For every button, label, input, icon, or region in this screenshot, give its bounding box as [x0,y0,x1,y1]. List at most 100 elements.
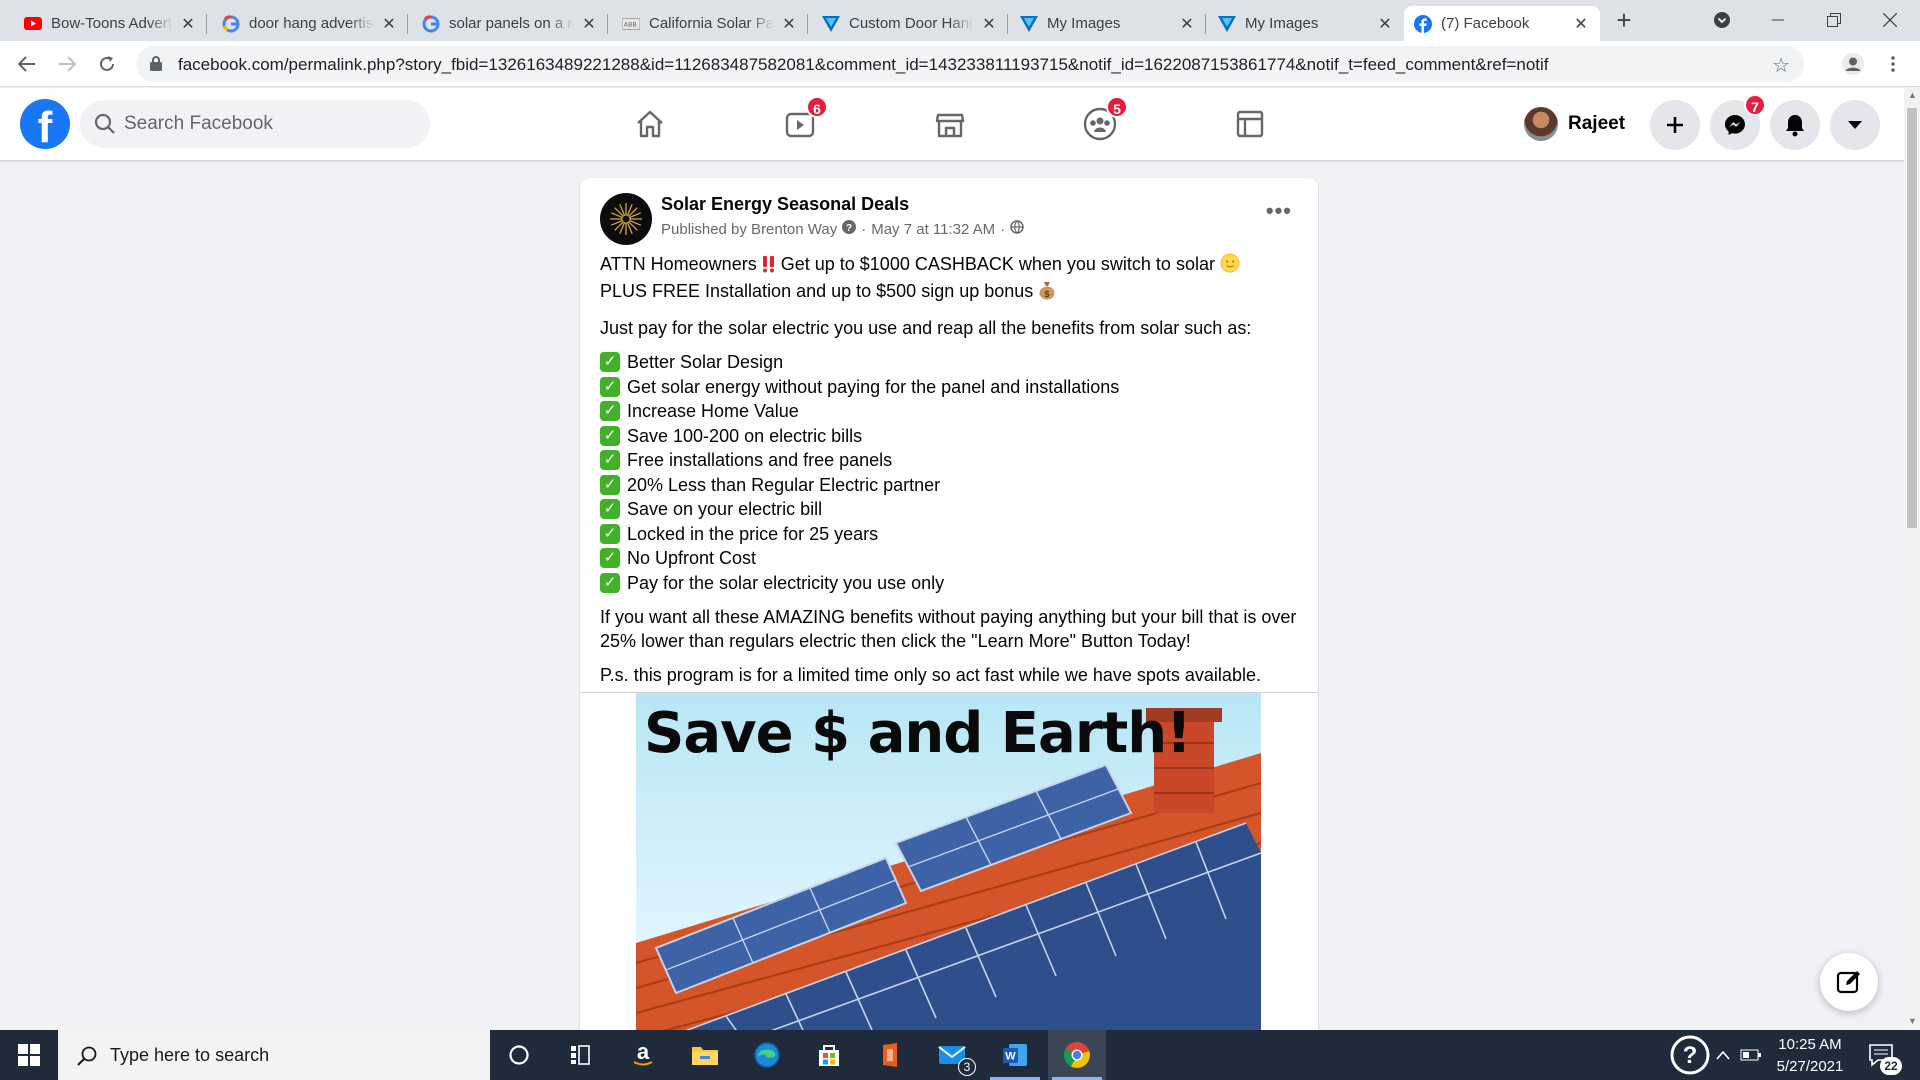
scrollbar-thumb[interactable] [1907,108,1917,528]
profile-shortcut[interactable]: Rajeet [1524,102,1625,146]
browser-toolbar: facebook.com/permalink.php?story_fbid=13… [0,41,1920,87]
forward-button[interactable] [50,47,84,81]
check-mark-icon: ✓ [600,474,620,495]
url-text[interactable]: facebook.com/permalink.php?story_fbid=13… [178,55,1549,75]
notifications-button[interactable] [1770,100,1820,150]
ad-image[interactable]: Save $ and Earth! [636,693,1261,1058]
show-hidden-icons[interactable] [1716,1030,1730,1080]
home-nav-icon[interactable] [628,102,672,146]
windows-start-button[interactable] [0,1030,58,1080]
meta-dot: · [861,220,867,238]
close-tab-icon[interactable]: ✕ [1178,14,1196,34]
facebook-search[interactable] [80,100,430,148]
profile-icon[interactable] [1836,47,1870,81]
cortana-icon[interactable] [490,1030,548,1080]
groups-nav-icon[interactable]: 5 [1078,96,1128,146]
new-tab-button[interactable]: + [1610,6,1638,34]
close-tab-icon[interactable]: ✕ [580,14,598,34]
amazon-icon[interactable]: a [614,1030,672,1080]
page-scrollbar[interactable]: ▲ ▼ [1904,88,1920,1028]
svg-text:W: W [1005,1051,1016,1063]
tab-california-solar[interactable]: ABB California Solar Panels ✕ [612,6,808,41]
restore-button[interactable] [1806,0,1862,40]
post-text: ATTN Homeowners Get up to $1000 CASHBACK… [600,252,1300,697]
tab-facebook[interactable]: (7) Facebook ✕ [1404,6,1600,41]
scroll-down-arrow-icon[interactable]: ▼ [1908,1016,1917,1026]
close-tab-icon[interactable]: ✕ [380,14,398,34]
facebook-logo[interactable]: f [20,99,70,149]
tab-search-button[interactable] [1694,0,1750,40]
tab-my-images-2[interactable]: My Images ✕ [1208,6,1404,41]
windows-taskbar: Type here to search a 3 W ? 10:25 AM 5/2… [0,1030,1920,1080]
action-center-icon[interactable]: 22 [1868,1030,1902,1080]
google-icon [222,14,240,33]
edge-icon[interactable] [738,1030,796,1080]
benefit-text: Free installations and free panels [627,450,893,471]
list-item: ✓ Save on your electric bill [600,497,1300,522]
mail-icon[interactable]: 3 [924,1030,982,1080]
browser-menu-icon[interactable] [1876,47,1910,81]
post-text-segment: Get up to $1000 CASHBACK when you switch… [780,254,1220,274]
check-mark-icon: ✓ [600,572,620,593]
globe-icon[interactable] [1010,220,1024,238]
profile-name: Rajeet [1568,113,1626,134]
help-tray-icon[interactable]: ? [1670,1030,1710,1080]
back-button[interactable] [10,47,44,81]
tab-door-hang[interactable]: door hang advertising ✕ [212,6,408,41]
lock-icon[interactable] [150,56,162,76]
published-by[interactable]: Published by Brenton Way [661,221,837,238]
close-tab-icon[interactable]: ✕ [780,14,798,34]
post-text-segment: PLUS FREE Installation and up to $500 si… [600,281,1039,301]
close-tab-icon[interactable]: ✕ [1376,14,1394,34]
gaming-nav-icon[interactable] [1228,102,1272,146]
benefit-text: Get solar energy without paying for the … [627,376,1120,397]
taskbar-search-placeholder[interactable]: Type here to search [110,1045,269,1066]
list-item: ✓ Get solar energy without paying for the… [600,375,1300,400]
tab-solar-panels[interactable]: solar panels on a roof ✕ [412,6,608,41]
scroll-up-arrow-icon[interactable]: ▲ [1908,90,1917,100]
word-icon[interactable]: W [986,1030,1044,1080]
close-tab-icon[interactable]: ✕ [1572,14,1590,34]
create-button[interactable] [1650,100,1700,150]
benefit-text: Save 100-200 on electric bills [627,425,863,446]
account-menu-button[interactable] [1830,100,1880,150]
site-favicon-icon: ABB [622,15,640,33]
close-tab-icon[interactable]: ✕ [179,14,197,34]
tab-my-images-1[interactable]: My Images ✕ [1010,6,1206,41]
watch-nav-icon[interactable]: 6 [778,96,828,146]
taskbar-search[interactable]: Type here to search [58,1030,490,1080]
post-date[interactable]: May 7 at 11:32 AM [871,221,995,238]
post-text-segment: ATTN Homeowners [600,254,757,274]
search-input[interactable] [124,100,414,148]
post-paragraph: P.s. this program is for a limited time … [600,665,1261,685]
close-window-button[interactable] [1862,0,1918,40]
taskbar-clock[interactable]: 10:25 AM 5/27/2021 [1760,1034,1860,1078]
reload-button[interactable] [90,47,124,81]
help-icon[interactable]: ? [842,220,857,238]
new-message-button[interactable] [1820,953,1878,1011]
file-explorer-icon[interactable] [676,1030,734,1080]
battery-icon[interactable] [1740,1030,1762,1080]
notification-count-badge: 22 [1880,1057,1902,1075]
chrome-icon[interactable] [1048,1030,1106,1080]
messenger-button[interactable]: 7 [1710,94,1766,150]
microsoft-store-icon[interactable] [800,1030,858,1080]
tab-custom-door[interactable]: Custom Door Hangers ✕ [812,6,1008,41]
post-paragraph: If you want all these AMAZING benefits w… [600,607,1297,651]
office-icon[interactable] [862,1030,920,1080]
page-name[interactable]: Solar Energy Seasonal Deals [661,194,909,215]
benefit-text: Locked in the price for 25 years [627,523,879,544]
minimize-button[interactable] [1750,0,1806,40]
task-view-icon[interactable] [552,1030,610,1080]
more-options-icon[interactable]: ••• [1266,198,1292,224]
page-avatar[interactable] [600,193,652,245]
svg-text:?: ? [846,223,852,234]
google-icon [422,14,440,33]
marketplace-nav-icon[interactable] [928,102,972,146]
tab-bow-toons[interactable]: Bow-Toons Advertising ✕ [14,6,207,41]
close-tab-icon[interactable]: ✕ [980,14,998,34]
address-bar[interactable]: facebook.com/permalink.php?story_fbid=13… [136,46,1804,82]
bookmark-star-icon[interactable]: ☆ [1772,53,1790,78]
check-mark-icon: ✓ [600,499,620,520]
tab-title: California Solar Panels [649,15,774,32]
